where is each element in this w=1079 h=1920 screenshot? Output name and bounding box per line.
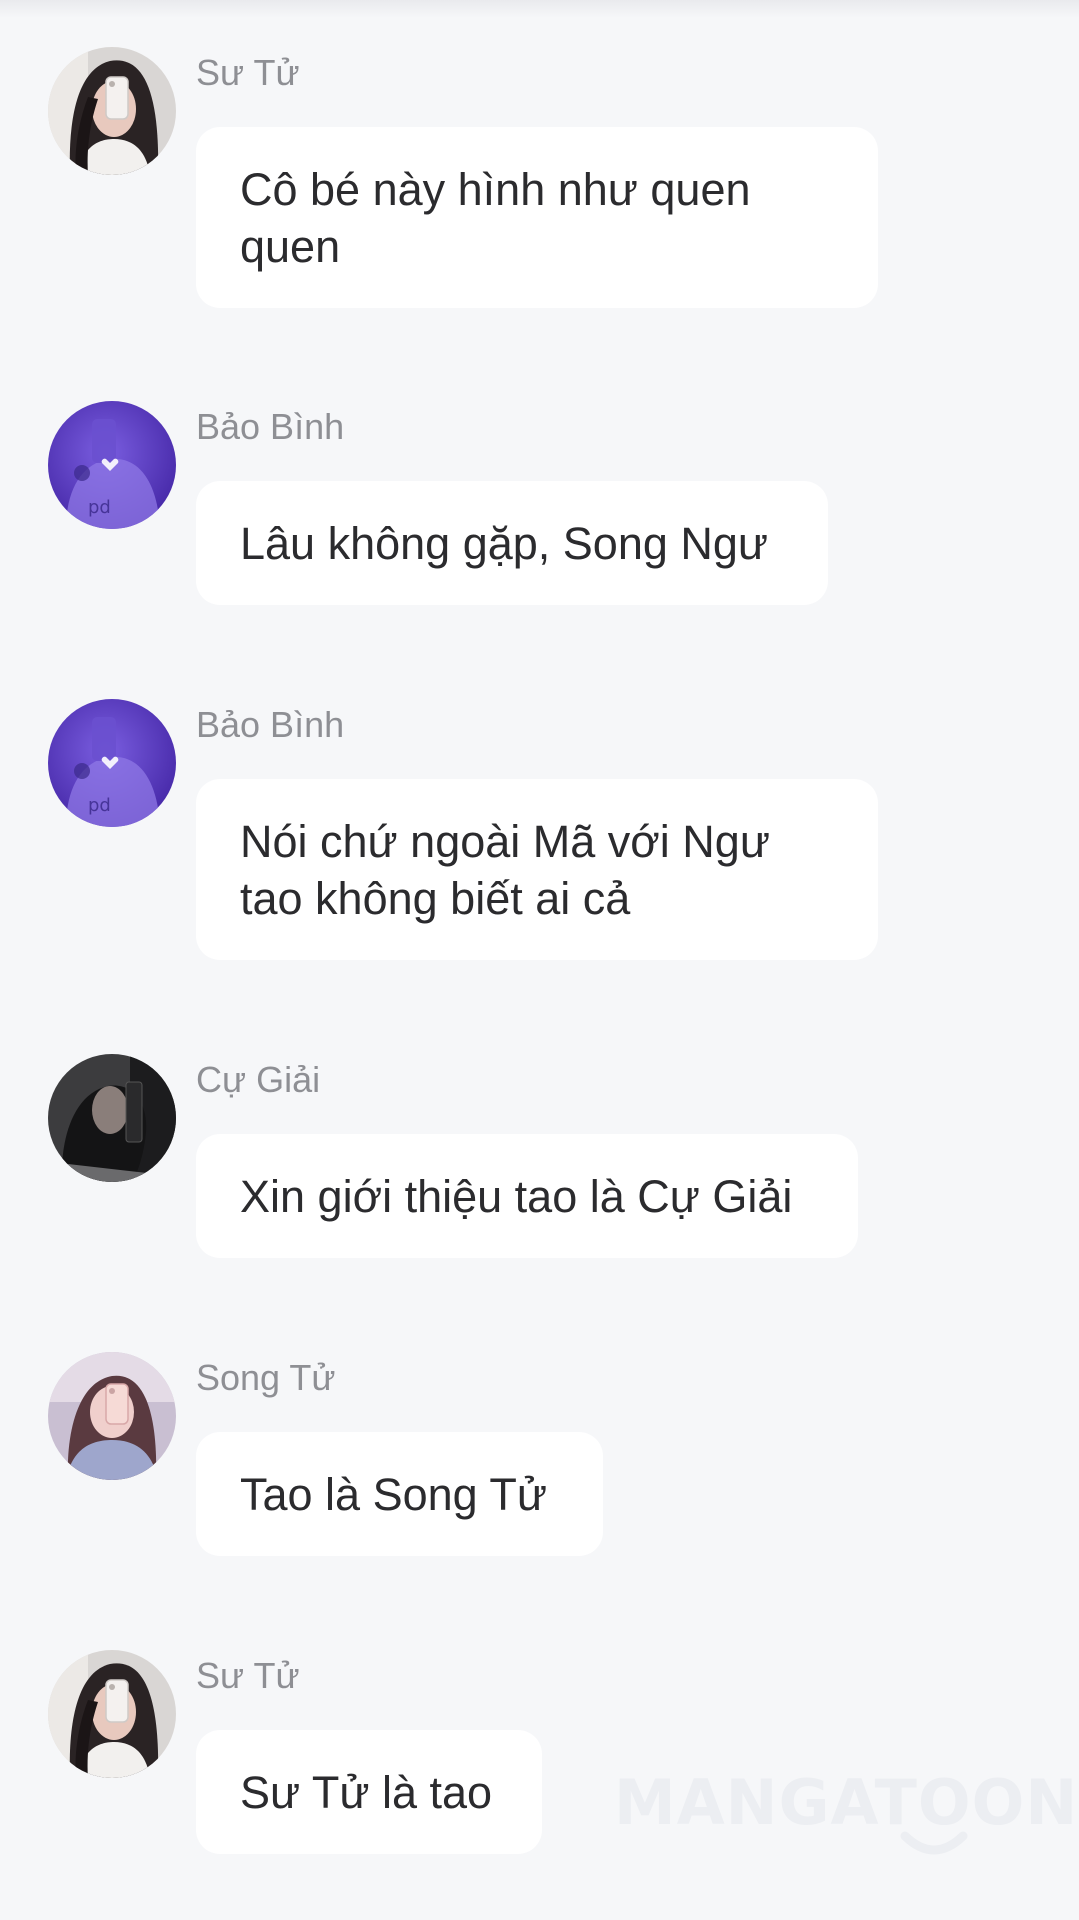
message-bubble[interactable]: Nói chứ ngoài Mã với Ngư tao không biết … xyxy=(196,779,878,960)
message-bubble[interactable]: Cô bé này hình như quen quen xyxy=(196,127,878,308)
sender-name: Sư Tử xyxy=(196,52,300,93)
top-edge-shadow xyxy=(0,0,1079,18)
sender-name: Bảo Bình xyxy=(196,704,345,745)
user-avatar[interactable] xyxy=(48,1352,176,1480)
user-avatar[interactable] xyxy=(48,47,176,175)
sender-name: Sư Tử xyxy=(196,1655,300,1696)
user-avatar[interactable] xyxy=(48,1650,176,1778)
svg-text:pd: pd xyxy=(88,795,111,816)
message-bubble[interactable]: Xin giới thiệu tao là Cự Giải xyxy=(196,1134,858,1258)
user-avatar[interactable]: pd xyxy=(48,699,176,827)
svg-text:pd: pd xyxy=(88,497,111,518)
user-avatar[interactable] xyxy=(48,1054,176,1182)
message-bubble[interactable]: Tao là Song Tử xyxy=(196,1432,603,1556)
message-bubble[interactable]: Sư Tử là tao xyxy=(196,1730,542,1854)
sender-name: Cự Giải xyxy=(196,1059,321,1100)
watermark-logo: MANGATOON xyxy=(614,1766,1079,1866)
smile-icon xyxy=(900,1831,968,1855)
user-avatar[interactable]: pd xyxy=(48,401,176,529)
sender-name: Song Tử xyxy=(196,1357,336,1398)
message-bubble[interactable]: Lâu không gặp, Song Ngư xyxy=(196,481,828,605)
sender-name: Bảo Bình xyxy=(196,406,345,447)
watermark-text: MANGATOON xyxy=(614,1766,1079,1839)
